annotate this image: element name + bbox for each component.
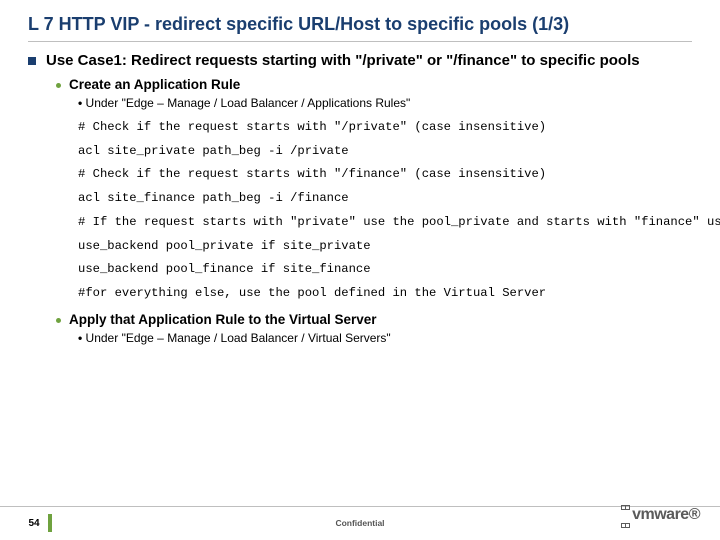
vmware-logo: vmware® bbox=[621, 497, 700, 533]
step1-code-block: # Check if the request starts with "/pri… bbox=[78, 116, 692, 306]
step2-heading: Apply that Application Rule to the Virtu… bbox=[69, 312, 377, 327]
vmware-logo-text: vmware bbox=[632, 506, 689, 523]
footer-divider bbox=[0, 506, 720, 507]
slide: L 7 HTTP VIP - redirect specific URL/Hos… bbox=[0, 0, 720, 540]
step2-row: Apply that Application Rule to the Virtu… bbox=[56, 312, 692, 327]
use-case-heading-row: Use Case1: Redirect requests starting wi… bbox=[28, 52, 692, 71]
dot-bullet-icon bbox=[56, 83, 61, 88]
step1-heading: Create an Application Rule bbox=[69, 77, 240, 92]
step1-row: Create an Application Rule bbox=[56, 77, 692, 92]
step1-path: Under "Edge – Manage / Load Balancer / A… bbox=[78, 96, 692, 110]
vmware-logo-icon bbox=[621, 497, 629, 533]
use-case-heading: Use Case1: Redirect requests starting wi… bbox=[46, 52, 640, 71]
confidential-label: Confidential bbox=[0, 518, 720, 528]
slide-title: L 7 HTTP VIP - redirect specific URL/Hos… bbox=[28, 14, 692, 42]
dot-bullet-icon bbox=[56, 318, 61, 323]
square-bullet-icon bbox=[28, 57, 36, 65]
footer: 54 Confidential vmware® bbox=[0, 506, 720, 540]
step2-path: Under "Edge – Manage / Load Balancer / V… bbox=[78, 331, 692, 345]
